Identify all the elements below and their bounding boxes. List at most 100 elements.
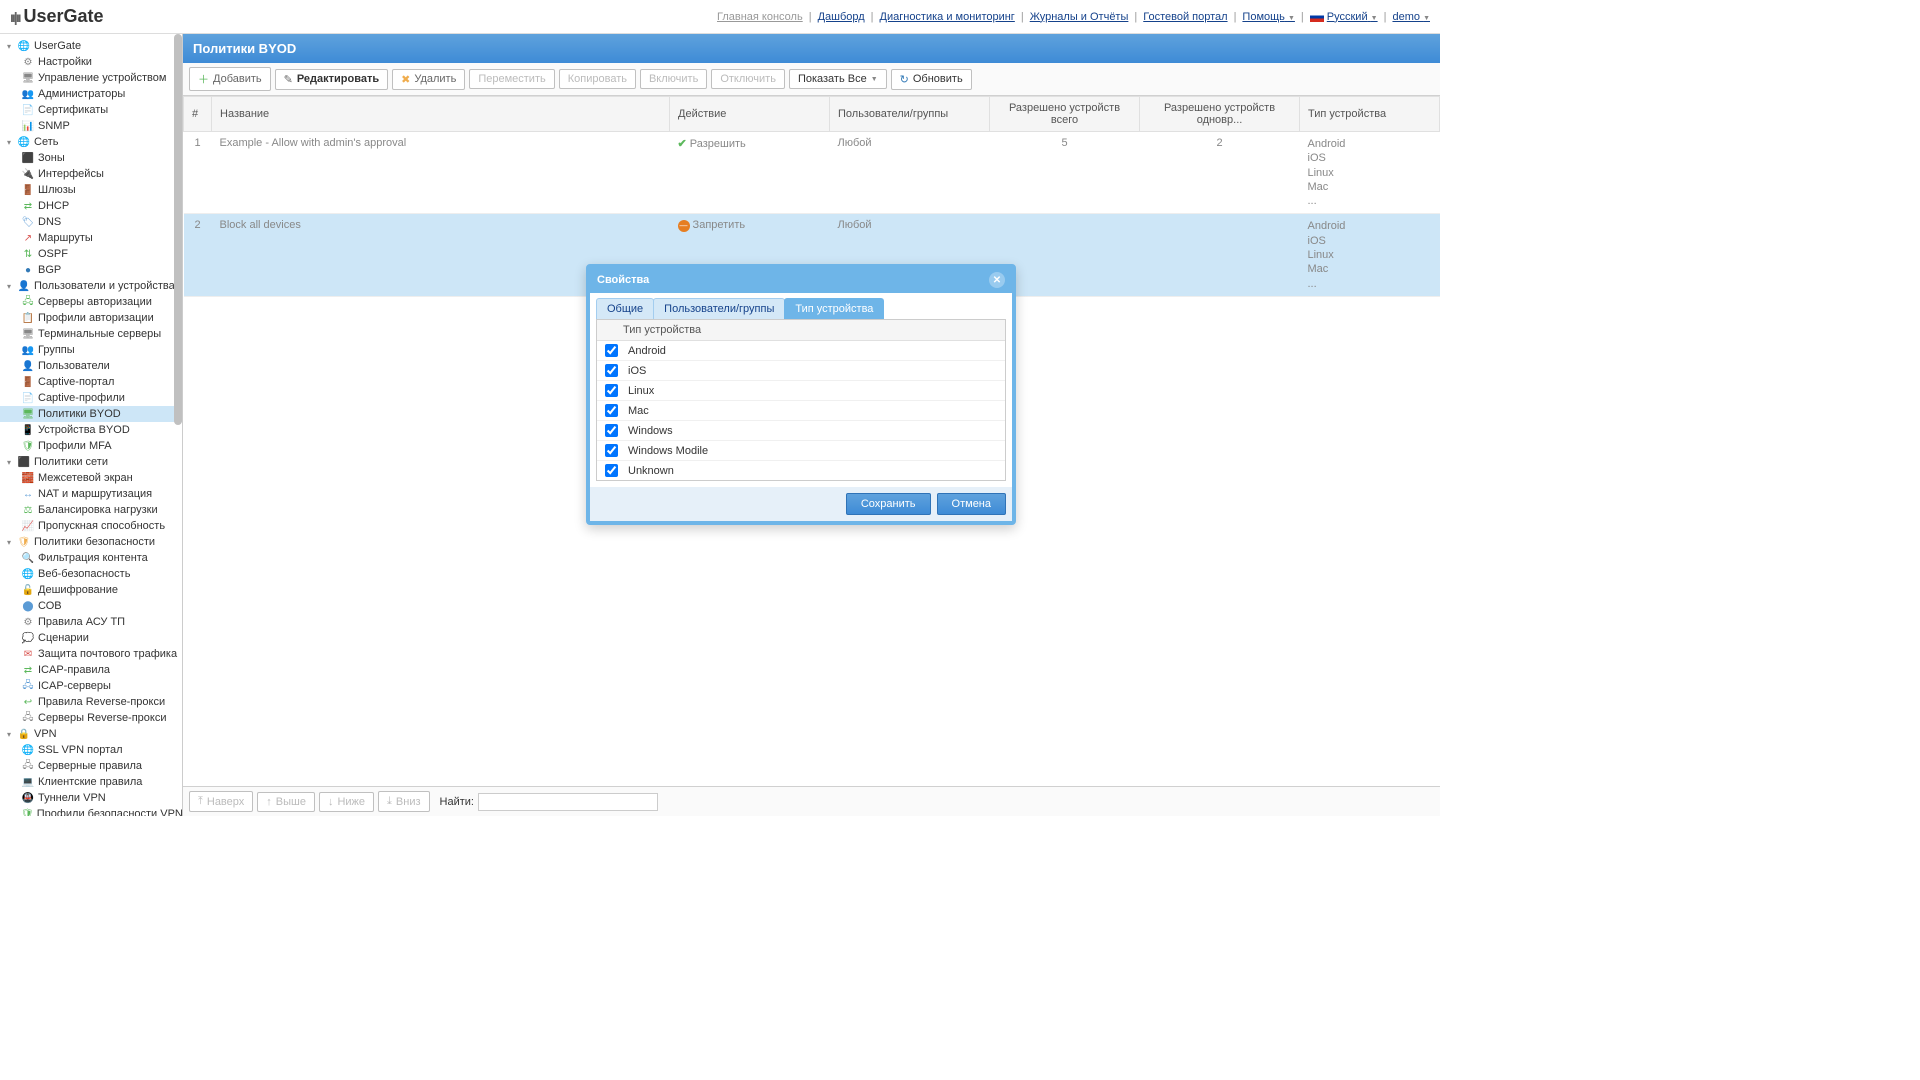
- tree-node[interactable]: 🌐SSL VPN портал: [0, 742, 182, 758]
- tree-node[interactable]: ⬛Зоны: [0, 150, 182, 166]
- tree-node[interactable]: 🔌Интерфейсы: [0, 166, 182, 182]
- tree-node[interactable]: 🚪Шлюзы: [0, 182, 182, 198]
- tree-node[interactable]: ▾🌐Сеть: [0, 134, 182, 150]
- bottom-button[interactable]: ⤓Вниз: [378, 791, 429, 812]
- top-button[interactable]: ⤒Наверх: [189, 791, 253, 812]
- device-type-row[interactable]: Windows Modile: [597, 441, 1005, 461]
- device-checkbox[interactable]: [605, 464, 618, 477]
- tree-node[interactable]: 🧱Межсетевой экран: [0, 470, 182, 486]
- tab-users[interactable]: Пользователи/группы: [653, 298, 785, 319]
- tree-node[interactable]: ▾🛡Политики безопасности: [0, 534, 182, 550]
- tree-node[interactable]: 💭Сценарии: [0, 630, 182, 646]
- tree-node[interactable]: 🖧Серверы Reverse-прокси: [0, 710, 182, 726]
- tree-node[interactable]: 🛡Профили MFA: [0, 438, 182, 454]
- disable-button[interactable]: Отключить: [711, 69, 785, 89]
- tree-node[interactable]: 📱Устройства BYOD: [0, 422, 182, 438]
- cancel-button[interactable]: Отмена: [937, 493, 1006, 515]
- tree-node[interactable]: ⇅OSPF: [0, 246, 182, 262]
- tab-device-type[interactable]: Тип устройства: [784, 298, 884, 319]
- expand-icon[interactable]: ▾: [4, 42, 14, 51]
- tree-node[interactable]: 📈Пропускная способность: [0, 518, 182, 534]
- device-type-row[interactable]: Android: [597, 341, 1005, 361]
- tree-node[interactable]: 📊SNMP: [0, 118, 182, 134]
- tree-node[interactable]: ↩Правила Reverse-прокси: [0, 694, 182, 710]
- tree-node[interactable]: 💻Клиентские правила: [0, 774, 182, 790]
- col-num[interactable]: #: [184, 97, 212, 132]
- add-button[interactable]: ＋Добавить: [189, 67, 271, 91]
- col-action[interactable]: Действие: [670, 97, 830, 132]
- tree-node[interactable]: 🏷DNS: [0, 214, 182, 230]
- link-diagnostics[interactable]: Диагностика и мониторинг: [880, 11, 1015, 23]
- search-input[interactable]: [478, 793, 658, 811]
- device-checkbox[interactable]: [605, 444, 618, 457]
- tree-node[interactable]: 👥Администраторы: [0, 86, 182, 102]
- edit-button[interactable]: ✎Редактировать: [275, 69, 388, 90]
- device-checkbox[interactable]: [605, 384, 618, 397]
- tree-node[interactable]: 🚪Captive-портал: [0, 374, 182, 390]
- expand-icon[interactable]: ▾: [4, 282, 14, 291]
- tree-node[interactable]: ⚖Балансировка нагрузки: [0, 502, 182, 518]
- tree-node[interactable]: 🖥Терминальные серверы: [0, 326, 182, 342]
- tree-node[interactable]: ▾🌐UserGate: [0, 38, 182, 54]
- tree-node[interactable]: 🖧Серверы авторизации: [0, 294, 182, 310]
- device-type-row[interactable]: Unknown: [597, 461, 1005, 480]
- tree-node[interactable]: 🌐Веб-безопасность: [0, 566, 182, 582]
- link-language[interactable]: Русский ▼: [1310, 11, 1378, 23]
- col-type[interactable]: Тип устройства: [1300, 97, 1440, 132]
- tree-node[interactable]: ⇄DHCP: [0, 198, 182, 214]
- link-logs[interactable]: Журналы и Отчёты: [1030, 11, 1129, 23]
- link-help[interactable]: Помощь ▼: [1242, 11, 1295, 23]
- scrollbar[interactable]: [174, 34, 182, 425]
- tree-node[interactable]: ↗Маршруты: [0, 230, 182, 246]
- device-type-row[interactable]: iOS: [597, 361, 1005, 381]
- tree-node[interactable]: ●BGP: [0, 262, 182, 278]
- tree-node[interactable]: 🖥Политики BYOD: [0, 406, 182, 422]
- show-all-button[interactable]: Показать Все ▼: [789, 69, 887, 89]
- tree-node[interactable]: 🖧ICAP-серверы: [0, 678, 182, 694]
- link-user[interactable]: demo ▼: [1392, 11, 1430, 23]
- col-concurrent[interactable]: Разрешено устройств одновр...: [1140, 97, 1300, 132]
- link-dashboard[interactable]: Дашборд: [818, 11, 865, 23]
- enable-button[interactable]: Включить: [640, 69, 707, 89]
- tree-node[interactable]: ⇄ICAP-правила: [0, 662, 182, 678]
- tree-node[interactable]: ⬤СОВ: [0, 598, 182, 614]
- save-button[interactable]: Сохранить: [846, 493, 931, 515]
- tree-node[interactable]: 🛡Профили безопасности VPN: [0, 806, 182, 816]
- tree-node[interactable]: 📋Профили авторизации: [0, 310, 182, 326]
- tree-node[interactable]: 📄Captive-профили: [0, 390, 182, 406]
- device-checkbox[interactable]: [605, 364, 618, 377]
- tree-node[interactable]: ▾⬛Политики сети: [0, 454, 182, 470]
- link-main-console[interactable]: Главная консоль: [717, 11, 803, 23]
- expand-icon[interactable]: ▾: [4, 730, 14, 739]
- move-button[interactable]: Переместить: [469, 69, 554, 89]
- expand-icon[interactable]: ▾: [4, 138, 14, 147]
- tree-node[interactable]: 👤Пользователи: [0, 358, 182, 374]
- tree-node[interactable]: 👥Группы: [0, 342, 182, 358]
- tree-node[interactable]: ↔NAT и маршрутизация: [0, 486, 182, 502]
- device-type-row[interactable]: Mac: [597, 401, 1005, 421]
- device-type-row[interactable]: Linux: [597, 381, 1005, 401]
- delete-button[interactable]: ✖Удалить: [392, 69, 465, 90]
- tree-node[interactable]: 🖥Управление устройством: [0, 70, 182, 86]
- expand-icon[interactable]: ▾: [4, 458, 14, 467]
- device-checkbox[interactable]: [605, 404, 618, 417]
- tree-node[interactable]: 🔓Дешифрование: [0, 582, 182, 598]
- expand-icon[interactable]: ▾: [4, 538, 14, 547]
- tree-node[interactable]: ✉Защита почтового трафика: [0, 646, 182, 662]
- tree-node[interactable]: ▾👤Пользователи и устройства: [0, 278, 182, 294]
- device-checkbox[interactable]: [605, 424, 618, 437]
- down-button[interactable]: ↓Ниже: [319, 792, 374, 812]
- up-button[interactable]: ↑Выше: [257, 792, 315, 812]
- tree-node[interactable]: ⚙Настройки: [0, 54, 182, 70]
- tab-general[interactable]: Общие: [596, 298, 654, 319]
- close-icon[interactable]: ✕: [989, 272, 1005, 288]
- refresh-button[interactable]: ↻Обновить: [891, 69, 972, 90]
- device-type-row[interactable]: Windows: [597, 421, 1005, 441]
- col-total[interactable]: Разрешено устройств всего: [990, 97, 1140, 132]
- tree-node[interactable]: 🖧Серверные правила: [0, 758, 182, 774]
- link-guest-portal[interactable]: Гостевой портал: [1143, 11, 1227, 23]
- tree-node[interactable]: ▾🔒VPN: [0, 726, 182, 742]
- modal-title-bar[interactable]: Свойства ✕: [589, 267, 1013, 293]
- tree-node[interactable]: 🔍Фильтрация контента: [0, 550, 182, 566]
- copy-button[interactable]: Копировать: [559, 69, 636, 89]
